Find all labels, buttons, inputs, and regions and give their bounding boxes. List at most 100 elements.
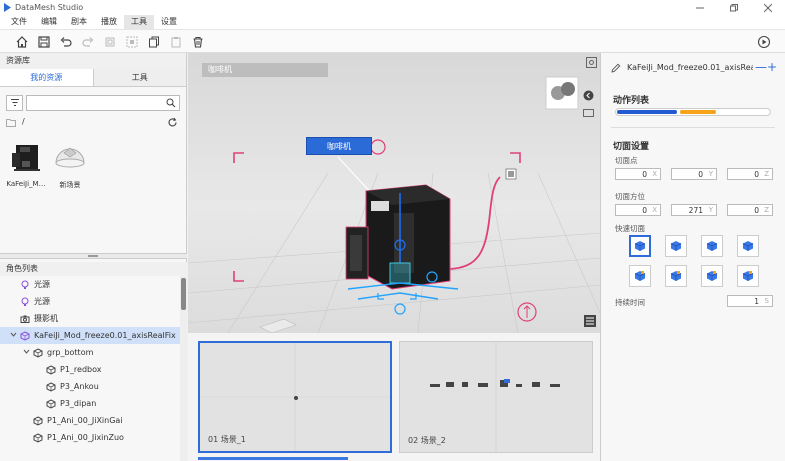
mesh-icon <box>33 432 43 443</box>
edit-icon[interactable] <box>611 63 621 73</box>
menu-tools[interactable]: 工具 <box>124 15 154 29</box>
menu-play[interactable]: 播放 <box>94 15 124 29</box>
group-button[interactable] <box>125 35 139 49</box>
collapse-button[interactable]: — <box>755 61 767 73</box>
scene-scrollbar[interactable] <box>198 457 348 460</box>
tab-my-resources[interactable]: 我的资源 <box>0 69 94 86</box>
menu-edit[interactable]: 编辑 <box>34 15 64 29</box>
quick-cut-button[interactable] <box>629 235 651 257</box>
tree-item-label: P3_dipan <box>60 399 97 408</box>
refresh-icon[interactable] <box>167 117 178 128</box>
tree-item[interactable]: KaFeiJi_Mod_freeze0.01_axisRealFix <box>0 327 180 344</box>
menu-file[interactable]: 文件 <box>4 15 34 29</box>
tree-scrollbar[interactable] <box>180 276 187 461</box>
view-back-icon[interactable] <box>583 90 594 101</box>
tree-item[interactable]: P1_Ani_00_JixinZuo <box>0 429 180 446</box>
search-icon[interactable] <box>166 98 176 108</box>
redo-button[interactable] <box>81 35 95 49</box>
object-title: KaFeiJi_Mod_freeze0.01_axisRealF… <box>627 63 753 72</box>
undo-icon <box>60 37 72 47</box>
tree-item[interactable]: grp_bottom <box>0 344 180 361</box>
tab-tools[interactable]: 工具 <box>93 69 186 86</box>
light-bulb-icon <box>20 280 30 290</box>
quick-cut-button[interactable] <box>665 265 687 287</box>
scene-viewport[interactable]: 咖啡机 咖啡机 <box>188 53 600 333</box>
scene-card-1[interactable]: 01 场景_1 <box>198 341 392 453</box>
search-input[interactable] <box>26 95 180 111</box>
resource-library-header: 资源库 <box>0 53 186 69</box>
role-list-header: 角色列表 <box>0 262 187 276</box>
save-icon <box>38 36 50 48</box>
menu-settings[interactable]: 设置 <box>154 15 184 29</box>
save-button[interactable] <box>37 35 51 49</box>
properties-panel: KaFeiJi_Mod_freeze0.01_axisRealF… — + 动作… <box>600 53 785 461</box>
cut-point-y[interactable]: 0Y <box>671 168 717 180</box>
cut-point-x[interactable]: 0X <box>615 168 661 180</box>
tree-item-label: 光源 <box>34 280 50 289</box>
cut-dir-x[interactable]: 0X <box>615 204 661 216</box>
screen-view-icon[interactable] <box>583 109 594 118</box>
fit-view-icon[interactable] <box>586 57 597 68</box>
minimize-button[interactable] <box>683 0 717 15</box>
scrollbar-thumb[interactable] <box>181 278 186 310</box>
tree-item[interactable]: P1_Ani_00_JiXinGai <box>0 412 180 429</box>
chevron-down-icon[interactable] <box>23 348 31 357</box>
duration-field[interactable]: 1S <box>727 295 773 307</box>
tree-item[interactable]: P1_redbox <box>0 361 180 378</box>
cut-dir-z[interactable]: 0Z <box>727 204 773 216</box>
cube-cut-icon <box>670 241 682 251</box>
action-timeline[interactable] <box>615 108 771 116</box>
action-segment-1[interactable] <box>617 110 677 114</box>
cube-cut-icon <box>634 271 646 281</box>
tree-item[interactable]: P3_dipan <box>0 395 180 412</box>
tree-item[interactable]: 光源 <box>0 276 180 293</box>
menu-script[interactable]: 剧本 <box>64 15 94 29</box>
close-button[interactable] <box>751 0 785 15</box>
quick-cut-button[interactable] <box>701 265 723 287</box>
cut-point-label: 切面点 <box>615 156 638 165</box>
title-bar: DataMesh Studio <box>0 0 785 15</box>
panel-splitter[interactable] <box>0 253 187 259</box>
tree-item[interactable]: 光源 <box>0 293 180 310</box>
cut-point-z[interactable]: 0Z <box>727 168 773 180</box>
undo-button[interactable] <box>59 35 73 49</box>
quick-cut-button[interactable] <box>737 265 759 287</box>
filter-button[interactable] <box>6 95 23 111</box>
quick-cut-button[interactable] <box>629 265 651 287</box>
quick-cut-button[interactable] <box>737 235 759 257</box>
play-button[interactable] <box>757 35 771 49</box>
cube-cut-icon <box>742 241 754 251</box>
add-button[interactable]: + <box>767 61 777 73</box>
object-name-tag[interactable]: 咖啡机 <box>306 137 372 155</box>
action-segment-2[interactable] <box>680 110 716 114</box>
new-scene-thumbnail-icon <box>55 147 85 168</box>
view-cube-icon[interactable] <box>544 75 580 111</box>
copy-button[interactable] <box>147 35 161 49</box>
cut-dir-y[interactable]: 271 Y <box>671 204 717 216</box>
cube-cut-icon <box>706 271 718 281</box>
home-button[interactable] <box>15 35 29 49</box>
viewport-canvas <box>188 139 600 333</box>
quick-cut-button[interactable] <box>701 235 723 257</box>
app-logo-icon <box>4 3 11 12</box>
tree-item[interactable]: P3_Ankou <box>0 378 180 395</box>
mesh-icon <box>33 415 43 426</box>
scene-label: 02 场景_2 <box>408 436 446 445</box>
crop-button[interactable] <box>103 35 117 49</box>
list-view-icon[interactable] <box>584 315 596 327</box>
quick-cut-button[interactable] <box>665 235 687 257</box>
play-circle-icon <box>757 35 771 49</box>
scene-card-2[interactable]: 02 场景_2 <box>399 341 593 453</box>
asset-new-scene[interactable]: 新场景 <box>47 139 93 190</box>
chevron-down-icon[interactable] <box>10 331 18 340</box>
trash-icon <box>193 36 203 48</box>
cube-cut-icon <box>634 241 646 251</box>
asset-coffee-machine[interactable]: KaFeiJi_M… <box>3 139 49 188</box>
delete-button[interactable] <box>191 35 205 49</box>
maximize-button[interactable] <box>717 0 751 15</box>
folder-icon[interactable] <box>6 118 16 127</box>
paste-button[interactable] <box>169 35 183 49</box>
mesh-icon <box>46 381 56 392</box>
tree-item-label: 光源 <box>34 297 50 306</box>
tree-item[interactable]: 摄影机 <box>0 310 180 327</box>
